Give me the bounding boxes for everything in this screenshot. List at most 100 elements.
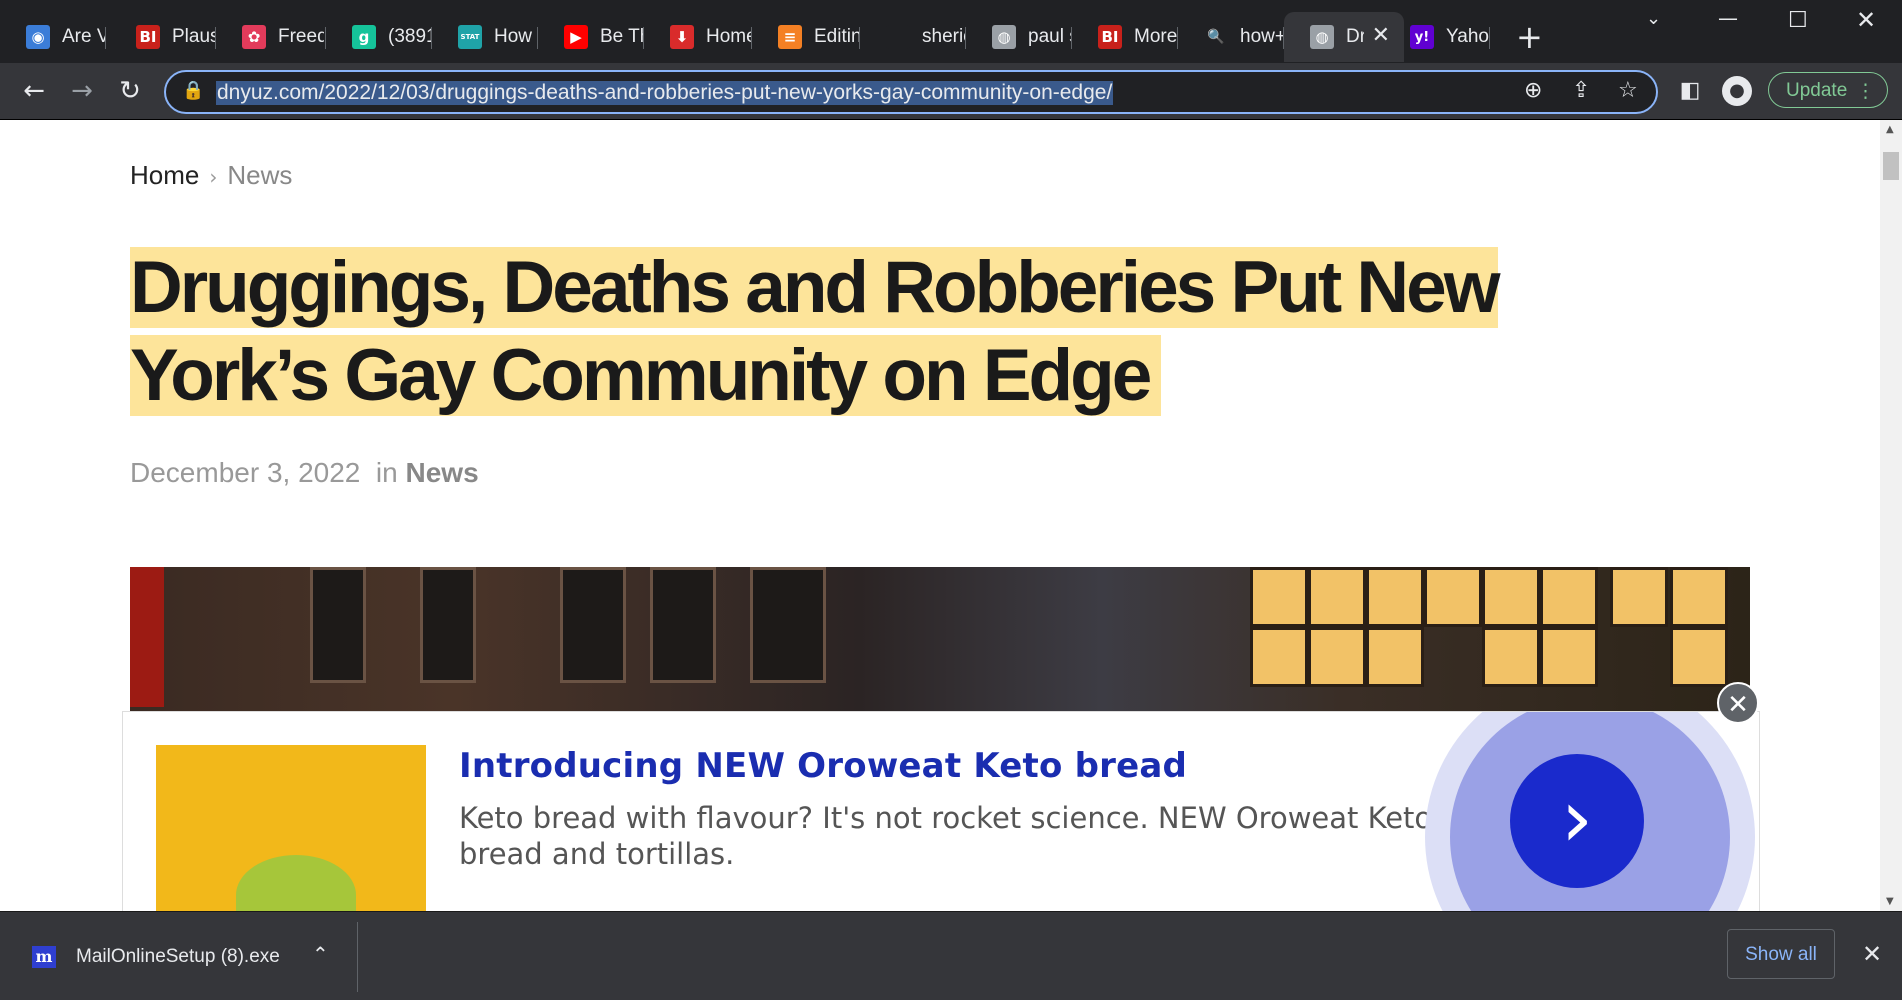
breadcrumb-home-link[interactable]: Home bbox=[130, 160, 199, 190]
tab-1[interactable]: ◉ Are Vi bbox=[0, 12, 106, 62]
bi-logo-icon: BI bbox=[136, 25, 160, 49]
update-button[interactable]: Update ⋮ bbox=[1768, 72, 1888, 108]
ad-title[interactable]: Introducing NEW Oroweat Keto bread bbox=[459, 746, 1187, 786]
tab-2[interactable]: BI Plausi bbox=[110, 12, 216, 62]
scroll-down-arrow-icon[interactable]: ▼ bbox=[1886, 896, 1894, 907]
tab-title: How i bbox=[494, 26, 538, 47]
lit-window bbox=[1308, 627, 1366, 687]
url-text[interactable]: dnyuz.com/2022/12/03/druggings-deaths-an… bbox=[216, 81, 1114, 105]
download-shelf: m MailOnlineSetup (8).exe ⌃ Show all ✕ bbox=[0, 911, 1902, 1000]
tab-title: Yahoo bbox=[1446, 26, 1490, 47]
building-window bbox=[560, 567, 626, 683]
mail-online-file-icon: m bbox=[32, 946, 56, 968]
building-window bbox=[650, 567, 716, 683]
tab-title: Freed bbox=[278, 26, 324, 47]
show-all-button[interactable]: Show all bbox=[1727, 929, 1835, 979]
ad-image[interactable] bbox=[156, 745, 426, 912]
download-file-name[interactable]: MailOnlineSetup (8).exe bbox=[76, 946, 280, 968]
tab-title: Editin bbox=[814, 26, 860, 47]
scroll-up-arrow-icon[interactable]: ▲ bbox=[1886, 124, 1894, 135]
tab-separator bbox=[105, 27, 106, 49]
neon-sign bbox=[130, 567, 164, 707]
ad-image-leaf bbox=[236, 855, 356, 912]
forward-arrow-icon[interactable]: → bbox=[66, 75, 98, 107]
download-shelf-close-icon[interactable]: ✕ bbox=[1862, 940, 1882, 968]
chevron-up-icon[interactable]: ⌃ bbox=[312, 942, 329, 966]
breadcrumb: Home › News bbox=[130, 160, 292, 191]
lit-window bbox=[1366, 627, 1424, 687]
lit-window bbox=[1670, 627, 1728, 687]
bookmark-star-icon[interactable]: ☆ bbox=[1618, 78, 1638, 103]
tab-8[interactable]: ≡ Editin bbox=[752, 12, 860, 62]
tab-title: how+ bbox=[1240, 26, 1284, 47]
tab-6[interactable]: ▶ Be Th bbox=[538, 12, 644, 62]
globe-icon: ◍ bbox=[992, 25, 1016, 49]
tab-10[interactable]: ◍ paul s bbox=[966, 12, 1072, 62]
lit-window bbox=[1250, 627, 1308, 687]
lit-window bbox=[1540, 627, 1598, 687]
maximize-icon[interactable]: ☐ bbox=[1788, 8, 1808, 33]
tab-title: Are Vi bbox=[62, 26, 106, 47]
red-pin-icon: ⬇ bbox=[670, 25, 694, 49]
globe-icon: ◍ bbox=[1310, 25, 1334, 49]
reload-icon[interactable]: ↻ bbox=[114, 75, 146, 107]
ad-arrow-button[interactable]: › bbox=[1510, 754, 1644, 888]
in-label: in bbox=[375, 457, 398, 488]
building-window bbox=[420, 567, 476, 683]
ad-description: Keto bread with flavour? It's not rocket… bbox=[459, 801, 1433, 871]
tab-3[interactable]: ✿ Freed bbox=[216, 12, 326, 62]
search-icon: 🔍 bbox=[1204, 25, 1228, 49]
headline-text: Druggings, Deaths and Robberies Put New … bbox=[130, 247, 1501, 416]
tab-5[interactable]: STAT How i bbox=[432, 12, 538, 62]
window-close-icon[interactable]: ✕ bbox=[1856, 6, 1876, 34]
building-window bbox=[750, 567, 826, 683]
back-arrow-icon[interactable]: ← bbox=[18, 75, 50, 107]
page-scrollbar[interactable]: ▲ ▼ bbox=[1880, 120, 1902, 911]
lit-window bbox=[1250, 567, 1308, 627]
browser-toolbar: ← → ↻ 🔒 dnyuz.com/2022/12/03/druggings-d… bbox=[0, 63, 1902, 120]
lit-window bbox=[1482, 627, 1540, 687]
tab-title: More bbox=[1134, 26, 1178, 47]
side-panel-icon[interactable]: ◧ bbox=[1674, 75, 1706, 107]
tab-4[interactable]: g (3891 bbox=[326, 12, 432, 62]
tab-9[interactable]: sheric bbox=[860, 12, 966, 62]
sponsored-ad[interactable]: Introducing NEW Oroweat Keto bread Keto … bbox=[122, 711, 1760, 913]
profile-avatar-icon[interactable]: ● bbox=[1722, 76, 1752, 106]
update-label: Update bbox=[1786, 80, 1848, 101]
lit-window bbox=[1670, 567, 1728, 627]
article-meta: December 3, 2022 in News bbox=[130, 457, 479, 489]
lock-icon[interactable]: 🔒 bbox=[182, 80, 204, 101]
category-link[interactable]: News bbox=[406, 457, 479, 488]
breadcrumb-current-link[interactable]: News bbox=[227, 160, 292, 190]
tab-title: sheric bbox=[922, 26, 966, 47]
pinwheel-icon: ✿ bbox=[242, 25, 266, 49]
address-bar[interactable]: 🔒 dnyuz.com/2022/12/03/druggings-deaths-… bbox=[164, 70, 1658, 114]
tab-separator bbox=[1489, 27, 1490, 49]
tab-strip: ◉ Are Vi BI Plausi ✿ Freed g (3891 STAT How i ▶ Be … bbox=[0, 0, 1902, 63]
youtube-icon: ▶ bbox=[564, 25, 588, 49]
stack-icon: ≡ bbox=[778, 25, 802, 49]
tab-search-chevron-icon[interactable]: ⌄ bbox=[1646, 8, 1661, 29]
tab-7[interactable]: ⬇ Home bbox=[644, 12, 752, 62]
tab-11[interactable]: BI More bbox=[1072, 12, 1178, 62]
ad-close-button[interactable]: ✕ bbox=[1717, 682, 1759, 724]
tab-12[interactable]: 🔍 how+ bbox=[1178, 12, 1284, 62]
scroll-thumb[interactable] bbox=[1883, 152, 1899, 180]
grammarly-g-icon: g bbox=[352, 25, 376, 49]
building-window bbox=[310, 567, 366, 683]
download-item[interactable]: m MailOnlineSetup (8).exe ⌃ bbox=[0, 922, 358, 992]
lit-window bbox=[1482, 567, 1540, 627]
tab-14[interactable]: y! Yahoo bbox=[1384, 12, 1490, 62]
zoom-icon[interactable]: ⊕ bbox=[1524, 78, 1542, 103]
blank-icon bbox=[886, 25, 910, 49]
article-headline: Druggings, Deaths and Robberies Put New … bbox=[130, 244, 1690, 420]
article-date: December 3, 2022 bbox=[130, 457, 361, 488]
chevron-right-icon: › bbox=[209, 165, 218, 189]
lit-window bbox=[1424, 567, 1482, 627]
menu-kebab-icon: ⋮ bbox=[1856, 80, 1875, 102]
tab-title: Plausi bbox=[172, 26, 216, 47]
share-icon[interactable]: ⇪ bbox=[1572, 78, 1590, 103]
minimize-icon[interactable]: — bbox=[1718, 6, 1738, 30]
lit-window bbox=[1308, 567, 1366, 627]
new-tab-button[interactable]: + bbox=[1516, 20, 1543, 54]
